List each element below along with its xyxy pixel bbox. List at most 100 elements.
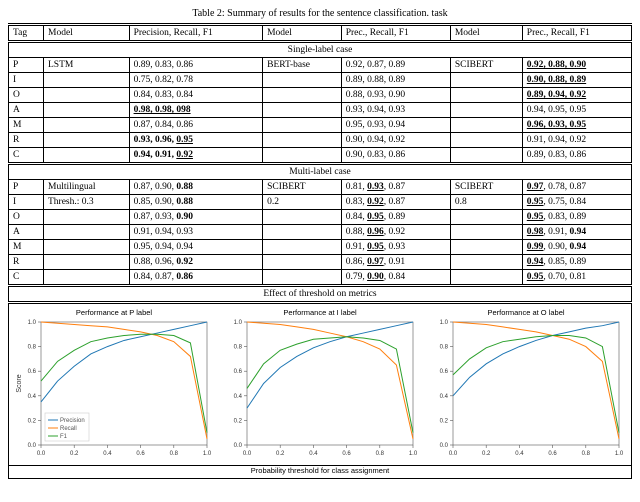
cell-model [44,270,130,286]
svg-text:0.4: 0.4 [28,394,37,400]
cell-model [450,210,522,225]
svg-text:0.0: 0.0 [243,451,252,457]
cell-prf: 0.94, 0.85, 0.89 [522,255,631,270]
cell-model: Multilingual [44,180,130,195]
svg-text:0.6: 0.6 [548,451,557,457]
svg-text:Precision: Precision [60,418,85,424]
cell-prf: 0.95, 0.93, 0.94 [341,118,450,133]
cell-tag: R [9,133,44,148]
cell-prf: 0.79, 0.90, 0.84 [341,270,450,286]
cell-model [44,118,130,133]
svg-text:0.6: 0.6 [234,369,243,375]
cell-prf: 0.90, 0.88, 0.89 [522,73,631,88]
cell-model [44,210,130,225]
cell-tag: O [9,88,44,103]
section-multi: Multi-label case [9,164,632,180]
cell-model [44,240,130,255]
cell-prf: 0.95, 0.83, 0.89 [522,210,631,225]
cell-model: SCIBERT [263,180,342,195]
table-row: O0.87, 0.93, 0.900.84, 0.95, 0.890.95, 0… [9,210,632,225]
cell-model [44,133,130,148]
svg-text:0.8: 0.8 [376,451,385,457]
table-row: PLSTM0.89, 0.83, 0.86BERT-base0.92, 0.87… [9,58,632,73]
col-model-0: Model [44,25,130,42]
svg-text:0.4: 0.4 [309,451,318,457]
col-prf-0: Precision, Recall, F1 [129,25,263,42]
cell-prf: 0.84, 0.95, 0.89 [341,210,450,225]
cell-model [450,225,522,240]
section-single: Single-label case [9,42,632,58]
svg-text:Recall: Recall [60,426,77,432]
cell-prf: 0.87, 0.93, 0.90 [129,210,263,225]
col-prf-2: Prec., Recall, F1 [522,25,631,42]
svg-text:1.0: 1.0 [615,451,624,457]
cell-tag: P [9,180,44,195]
cell-prf: 0.83, 0.92, 0.87 [341,195,450,210]
cell-model [450,255,522,270]
svg-text:1.0: 1.0 [28,320,37,326]
cell-tag: I [9,195,44,210]
cell-tag: A [9,225,44,240]
cell-prf: 0.98, 0.91, 0.94 [522,225,631,240]
cell-model [450,88,522,103]
cell-model [263,133,342,148]
cell-tag: M [9,240,44,255]
cell-model [450,103,522,118]
svg-text:0.4: 0.4 [440,394,449,400]
svg-text:0.6: 0.6 [28,369,37,375]
section-threshold-label: Effect of threshold on metrics [9,286,632,303]
cell-model: SCIBERT [450,58,522,73]
results-table: Tag Model Precision, Recall, F1 Model Pr… [8,23,632,304]
charts-row: Performance at P label 0.0 0.2 0.4 0.6 0.8 1.… [8,304,632,466]
chart-O: Performance at O label 0.00.20.40.60.81.… [425,308,627,463]
cell-model [450,133,522,148]
cell-model: 0.8 [450,195,522,210]
svg-text:0.2: 0.2 [28,418,37,424]
svg-text:0.0: 0.0 [440,443,449,449]
table-row: I 0.75, 0.82, 0.78 0.89, 0.88, 0.89 0.90, 0… [9,73,632,88]
cell-prf: 0.94, 0.91, 0.92 [129,148,263,164]
svg-text:0.6: 0.6 [440,369,449,375]
charts-xlabel: Probability threshold for class assignme… [8,466,632,479]
cell-prf: 0.96, 0.93, 0.95 [522,118,631,133]
cell-prf: 0.95, 0.94, 0.94 [129,240,263,255]
table-row: R0.88, 0.96, 0.920.86, 0.97, 0.910.94, 0… [9,255,632,270]
section-multi-label: Multi-label case [9,164,632,180]
chart-I: Performance at I label 0.00.20.40.60.81.… [219,308,421,463]
svg-text:0.8: 0.8 [234,345,243,351]
cell-prf: 0.99, 0.90, 0.94 [522,240,631,255]
chart-P-title: Performance at P label [13,308,215,317]
table-row: A0.91, 0.94, 0.930.88, 0.96, 0.920.98, 0… [9,225,632,240]
cell-prf: 0.75, 0.82, 0.78 [129,73,263,88]
svg-text:0.6: 0.6 [136,451,145,457]
cell-model [263,255,342,270]
svg-text:0.8: 0.8 [28,345,37,351]
table-row: IThresh.: 0.30.85, 0.90, 0.880.20.83, 0.… [9,195,632,210]
svg-text:0.8: 0.8 [440,345,449,351]
col-tag: Tag [9,25,44,42]
cell-prf: 0.86, 0.97, 0.91 [341,255,450,270]
cell-model [263,88,342,103]
svg-text:F1: F1 [60,434,68,440]
cell-prf: 0.89, 0.83, 0.86 [522,148,631,164]
cell-model [44,225,130,240]
cell-model [44,88,130,103]
table-row: O0.84, 0.83, 0.840.88, 0.93, 0.900.89, 0… [9,88,632,103]
cell-model: SCIBERT [450,180,522,195]
svg-text:0.0: 0.0 [449,451,458,457]
cell-tag: R [9,255,44,270]
cell-prf: 0.87, 0.90, 0.88 [129,180,263,195]
col-model-1: Model [263,25,342,42]
svg-text:Score: Score [16,374,23,392]
cell-tag: I [9,73,44,88]
cell-model [44,148,130,164]
svg-text:0.0: 0.0 [28,443,37,449]
cell-model [263,225,342,240]
cell-prf: 0.89, 0.94, 0.92 [522,88,631,103]
cell-prf: 0.89, 0.88, 0.89 [341,73,450,88]
cell-prf: 0.95, 0.70, 0.81 [522,270,631,286]
table-row: A0.98, 0.98, 0980.93, 0.94, 0.930.94, 0.… [9,103,632,118]
cell-model: 0.2 [263,195,342,210]
cell-model [263,210,342,225]
table-row: M0.95, 0.94, 0.940.91, 0.95, 0.930.99, 0… [9,240,632,255]
